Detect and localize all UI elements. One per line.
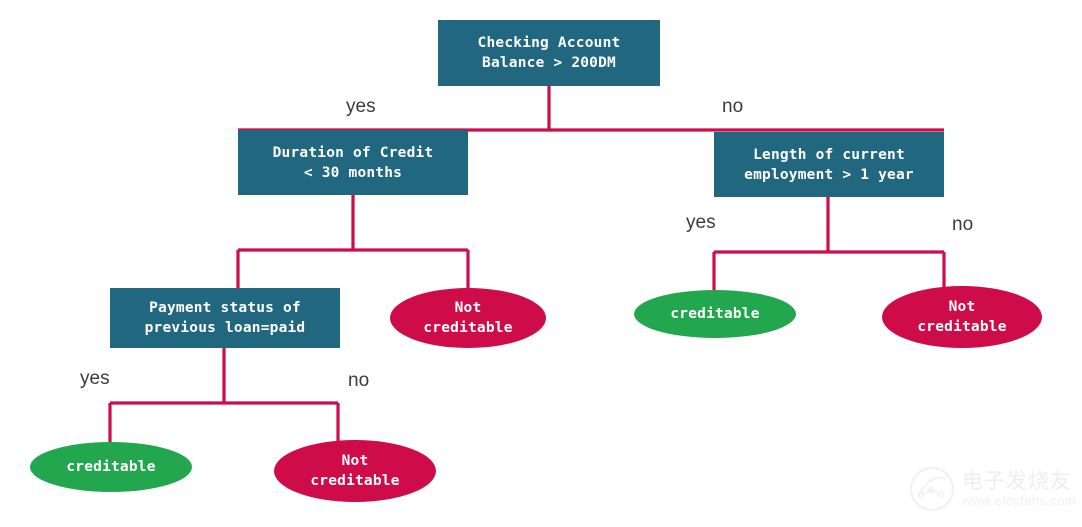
edge-label-root-no: no [722, 96, 744, 117]
edge-label-payment-yes: yes [80, 368, 110, 389]
leaf-payment-yes-creditable[interactable]: creditable [30, 442, 192, 492]
leaf-employment-yes-creditable[interactable]: creditable [634, 290, 796, 338]
leaf-employment-no-not-creditable[interactable]: Not creditable [882, 286, 1042, 348]
leaf-duration-no-not-creditable[interactable]: Not creditable [390, 288, 546, 348]
node-length-of-employment[interactable]: Length of current employment > 1 year [714, 132, 944, 197]
node-checking-account-balance[interactable]: Checking Account Balance > 200DM [438, 20, 660, 86]
node-payment-status-previous-loan[interactable]: Payment status of previous loan=paid [110, 288, 340, 348]
node-duration-of-credit[interactable]: Duration of Credit < 30 months [238, 130, 468, 195]
leaf-payment-no-not-creditable[interactable]: Not creditable [274, 440, 436, 502]
edge-label-employment-no: no [952, 214, 974, 235]
decision-tree-diagram: Checking Account Balance > 200DM Duratio… [0, 0, 1082, 527]
edge-label-root-yes: yes [346, 96, 376, 117]
edge-label-payment-no: no [348, 370, 370, 391]
edge-label-employment-yes: yes [686, 212, 716, 233]
